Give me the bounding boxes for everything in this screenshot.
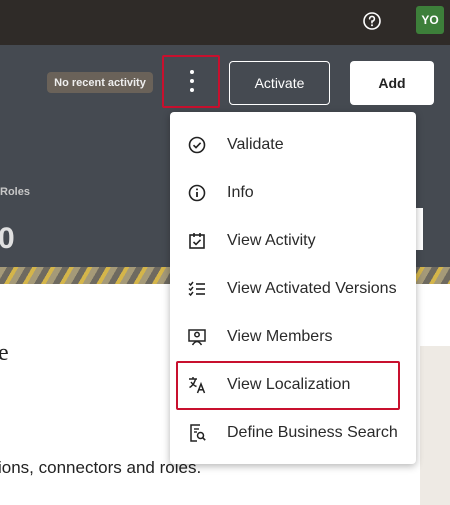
menu-item-label: View Activity [227, 232, 316, 249]
highlight-box [176, 361, 400, 410]
members-icon [188, 329, 206, 346]
actions-menu: Validate Info View Activity View Activat… [170, 112, 416, 464]
menu-item-validate[interactable]: Validate [170, 121, 416, 169]
menu-item-view-activated-versions[interactable]: View Activated Versions [170, 265, 416, 313]
menu-item-info[interactable]: Info [170, 169, 416, 217]
menu-item-label: Validate [227, 136, 284, 153]
activate-button[interactable]: Activate [229, 61, 330, 105]
add-button[interactable]: Add [350, 61, 434, 105]
menu-item-define-business-search[interactable]: Define Business Search [170, 409, 416, 457]
top-bar: YO [0, 0, 450, 45]
calendar-check-icon [189, 233, 205, 249]
check-circle-icon [188, 136, 206, 154]
menu-item-label: Info [227, 184, 254, 201]
checklist-icon [188, 281, 205, 297]
roles-count: 0 [0, 222, 15, 255]
content-heading: e [0, 340, 9, 366]
menu-item-label: View Members [227, 328, 333, 345]
menu-item-view-members[interactable]: View Members [170, 313, 416, 361]
menu-item-view-activity[interactable]: View Activity [170, 217, 416, 265]
avatar[interactable]: YO [416, 6, 444, 34]
more-actions-button[interactable] [162, 55, 220, 108]
kebab-icon [190, 70, 194, 74]
menu-item-label: Define Business Search [227, 424, 398, 441]
status-badge: No recent activity [47, 72, 153, 93]
search-document-icon [190, 424, 206, 442]
help-circle-icon[interactable] [362, 11, 382, 31]
menu-item-label: View Activated Versions [227, 280, 397, 297]
side-panel [420, 346, 450, 505]
info-icon [188, 184, 206, 202]
roles-label: Roles [0, 186, 30, 198]
kebab-dot [190, 79, 194, 83]
kebab-dot [190, 88, 194, 92]
